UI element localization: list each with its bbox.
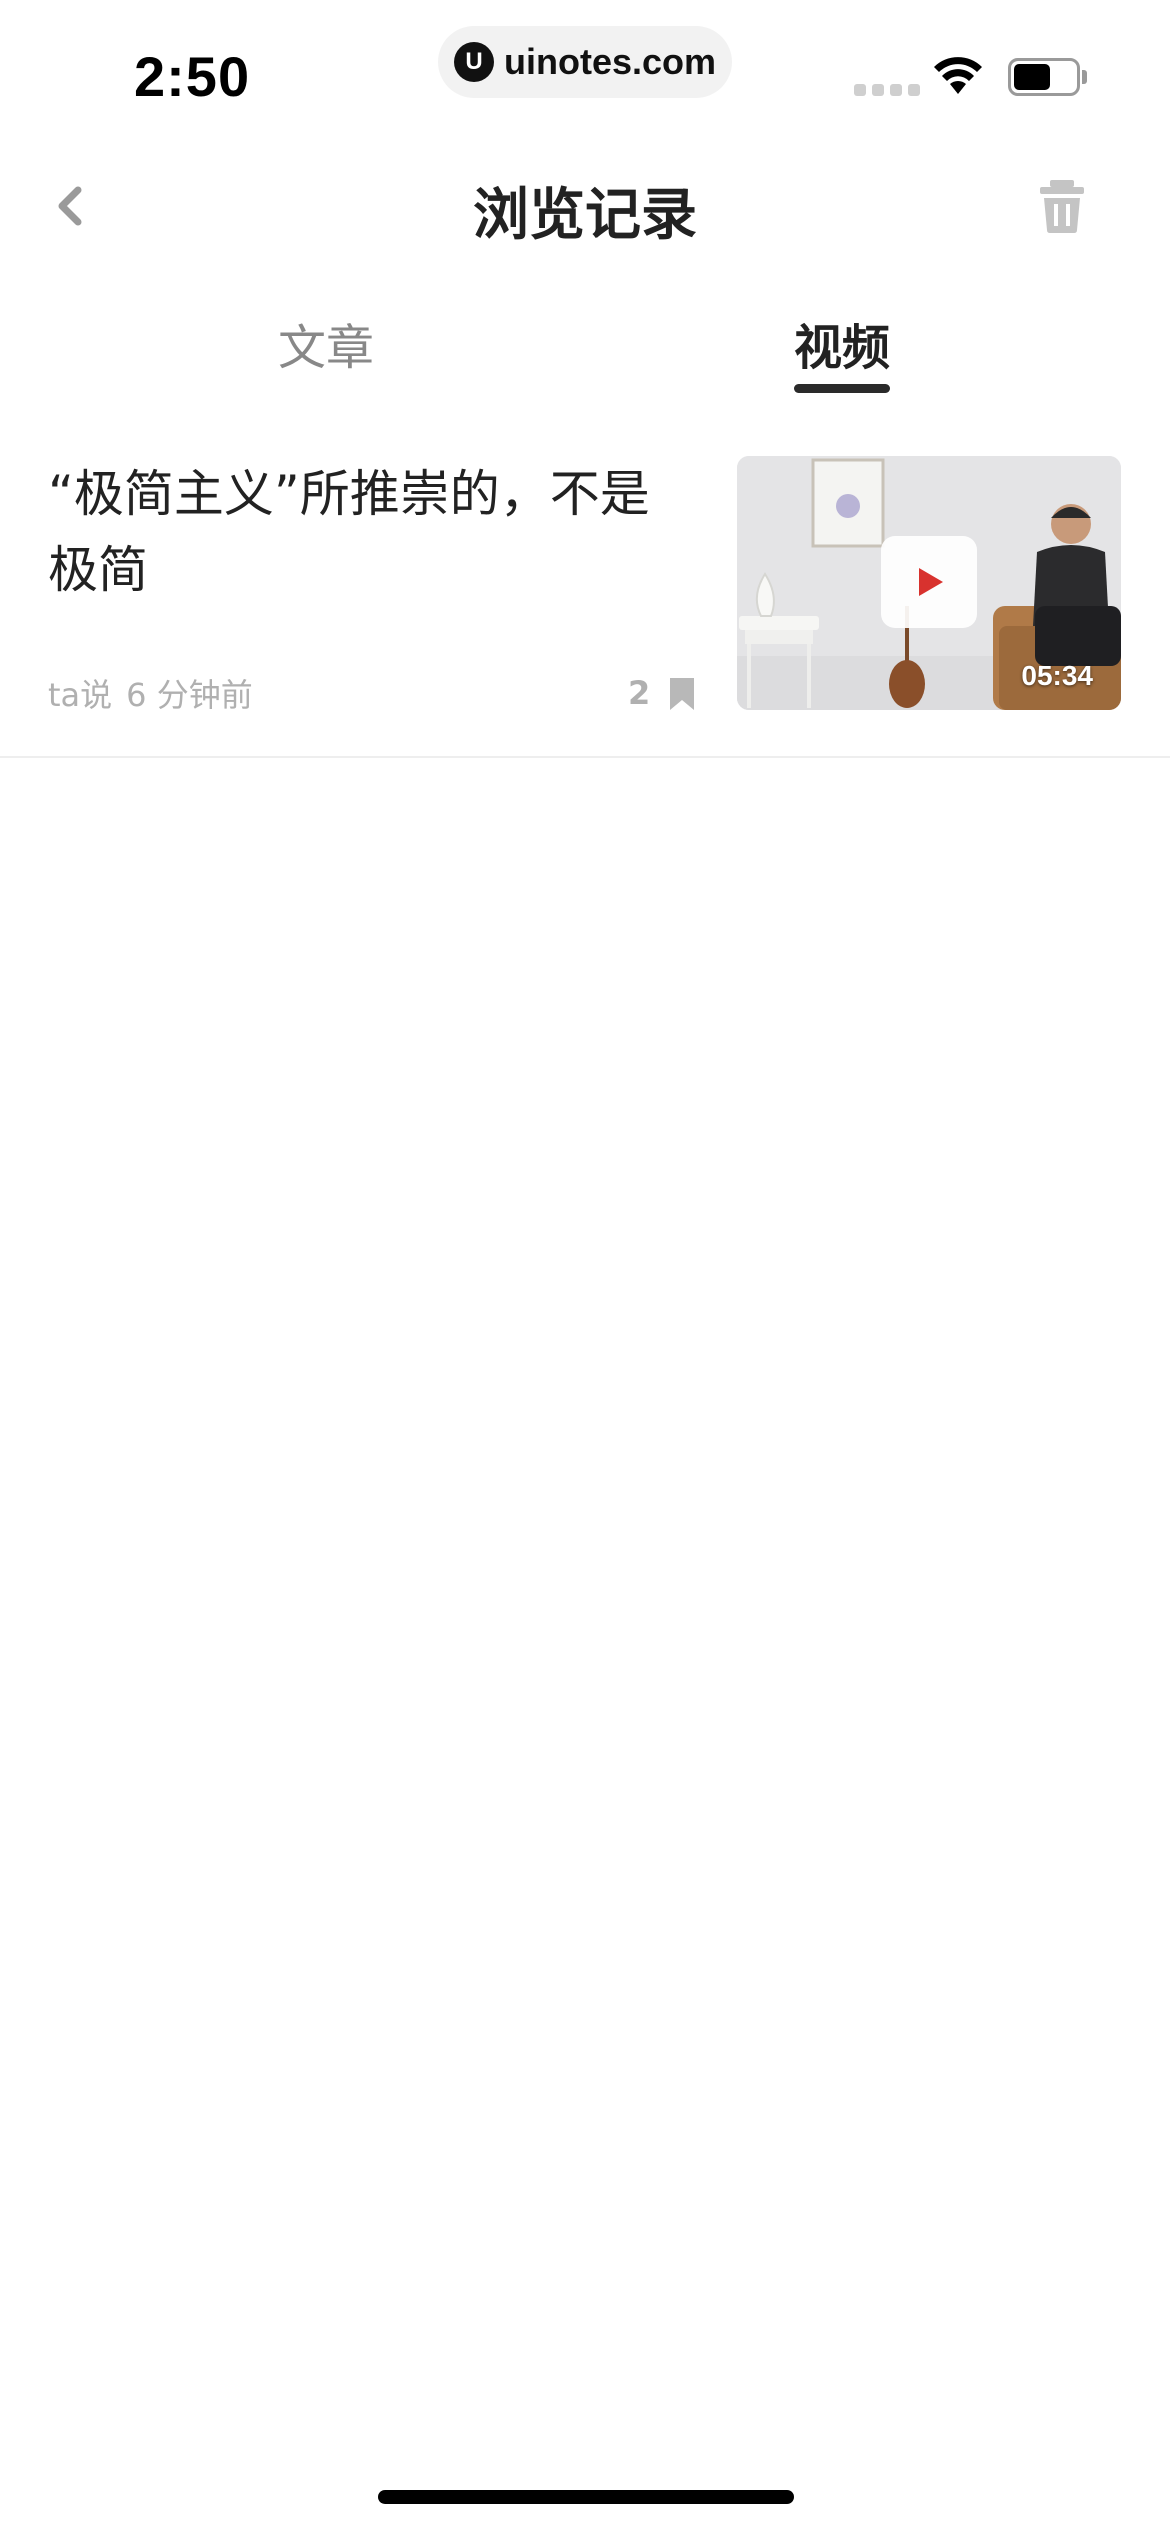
url-text: uinotes.com [504,41,717,82]
play-icon [919,568,943,596]
bookmark-count: 2 [628,674,651,712]
url-pill[interactable]: U uinotes.com [438,26,732,98]
tab-articles[interactable]: 文章 [226,308,426,378]
cellular-signal-icon [854,84,920,96]
active-tab-indicator [794,384,890,393]
home-indicator [378,2490,794,2504]
wifi-icon [934,57,982,94]
video-thumbnail[interactable]: 05:34 [737,456,1121,710]
bookmark-icon[interactable] [668,676,696,712]
item-meta: ta说 6 分钟前 [48,670,253,716]
nav-bar: 浏览记录 [0,140,1170,270]
screen: 2:50 U uinotes.com 浏览记录 文章 视频 “极简主义”所推崇的… [0,0,1170,2532]
item-time: 6 分钟前 [126,676,253,714]
item-title: “极简主义”所推崇的，不是极简 [48,465,650,599]
trash-icon [1040,180,1084,233]
item-author: ta说 [48,676,113,714]
tab-bar: 文章 视频 [0,300,1170,400]
site-logo-icon: U [454,42,494,82]
battery-icon [1008,58,1088,96]
video-duration: 05:34 [1021,660,1093,691]
history-item[interactable]: “极简主义”所推崇的，不是极简 ta说 6 分钟前 2 05:34 [0,430,1170,758]
status-time: 2:50 [134,45,251,108]
tab-videos[interactable]: 视频 [742,308,942,378]
page-title: 浏览记录 [473,183,697,248]
status-bar: 2:50 U uinotes.com [0,0,1170,140]
clear-history-button[interactable] [1034,178,1090,234]
play-button[interactable] [881,536,977,628]
